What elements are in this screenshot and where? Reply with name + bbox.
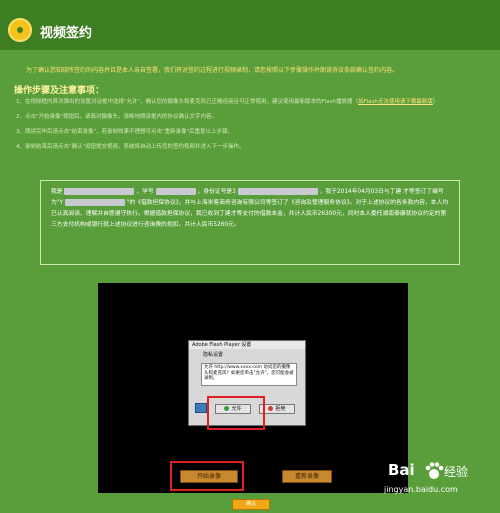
reset-recording-button[interactable]: 重新录像 (282, 470, 332, 483)
step-item: 1、在视频框内首次弹出的设置对话框中选择"允许"，确认您的摄像头和麦克风已正确连… (16, 99, 439, 105)
redacted-name (64, 188, 135, 195)
step-item: 3、朗读完毕后请点击"结束录像"，若录制效果不理想可点击"重新录像"后重复以上步… (16, 129, 234, 135)
agreement-box: 我是 ，学号 ，身份证号是3 ，我于2014年04月03日与丁建 才等签订了编号… (40, 180, 460, 265)
agreement-text: 我是 ，学号 ，身份证号是3 ，我于2014年04月03日与丁建 才等签订了编号… (51, 188, 449, 228)
video-logo-icon (8, 18, 32, 42)
steps-list: 1、在视频框内首次弹出的设置对话框中选择"允许"，确认您的摄像头和麦克风已正确连… (16, 98, 486, 158)
notice-text: 为了确认您知晓所签约的内容并且是本人亲自签署，我们将对签约过程进行视频录制，请您… (26, 66, 486, 75)
notice-body: 为了确认您知晓所签约的内容并且是本人亲自签署，我们将对签约过程进行视频录制，请您… (26, 67, 399, 74)
step-item: 4、录制结束后请点击"确认"按钮提交视频，系统将自动上传您的签约视频并进入下一步… (16, 144, 245, 150)
redacted-contract-number (64, 199, 125, 206)
flash-dialog-title: Adobe Flash Player 设置 (189, 341, 305, 349)
page-header: 视频签约 (0, 0, 500, 50)
watermark-subtitle: 经验 (444, 465, 469, 479)
paw-icon (425, 462, 444, 479)
monitor-icon (195, 403, 207, 413)
redacted-student-id (155, 188, 196, 195)
flash-download-link[interactable]: 如Flash无法使用请下载最新版 (358, 99, 433, 105)
allow-highlight-marker (207, 396, 265, 430)
baidu-watermark: Bai 经验 jingyan.baidu.com (372, 461, 492, 511)
start-recording-button[interactable]: 开始录像 (180, 470, 238, 483)
page-title: 视频签约 (40, 26, 93, 41)
step-item: 2、点击"开始录像"按钮后，请面对摄像头，清晰地朗读框内的协议确认文字内容。 (16, 114, 218, 120)
flash-dialog-heading: 隐私设置 (203, 352, 224, 358)
deny-icon (268, 406, 274, 411)
watermark-url: jingyan.baidu.com (384, 485, 458, 494)
redacted-id-number (237, 188, 318, 195)
steps-heading: 操作步骤及注意事项： (14, 86, 105, 96)
flash-dialog-message: 允许 http://www.xxxx.com 访问您的摄像头和麦克风？如果您单击… (201, 363, 297, 386)
confirm-button[interactable]: 确认 (232, 499, 270, 510)
watermark-logo: Bai (388, 461, 415, 479)
